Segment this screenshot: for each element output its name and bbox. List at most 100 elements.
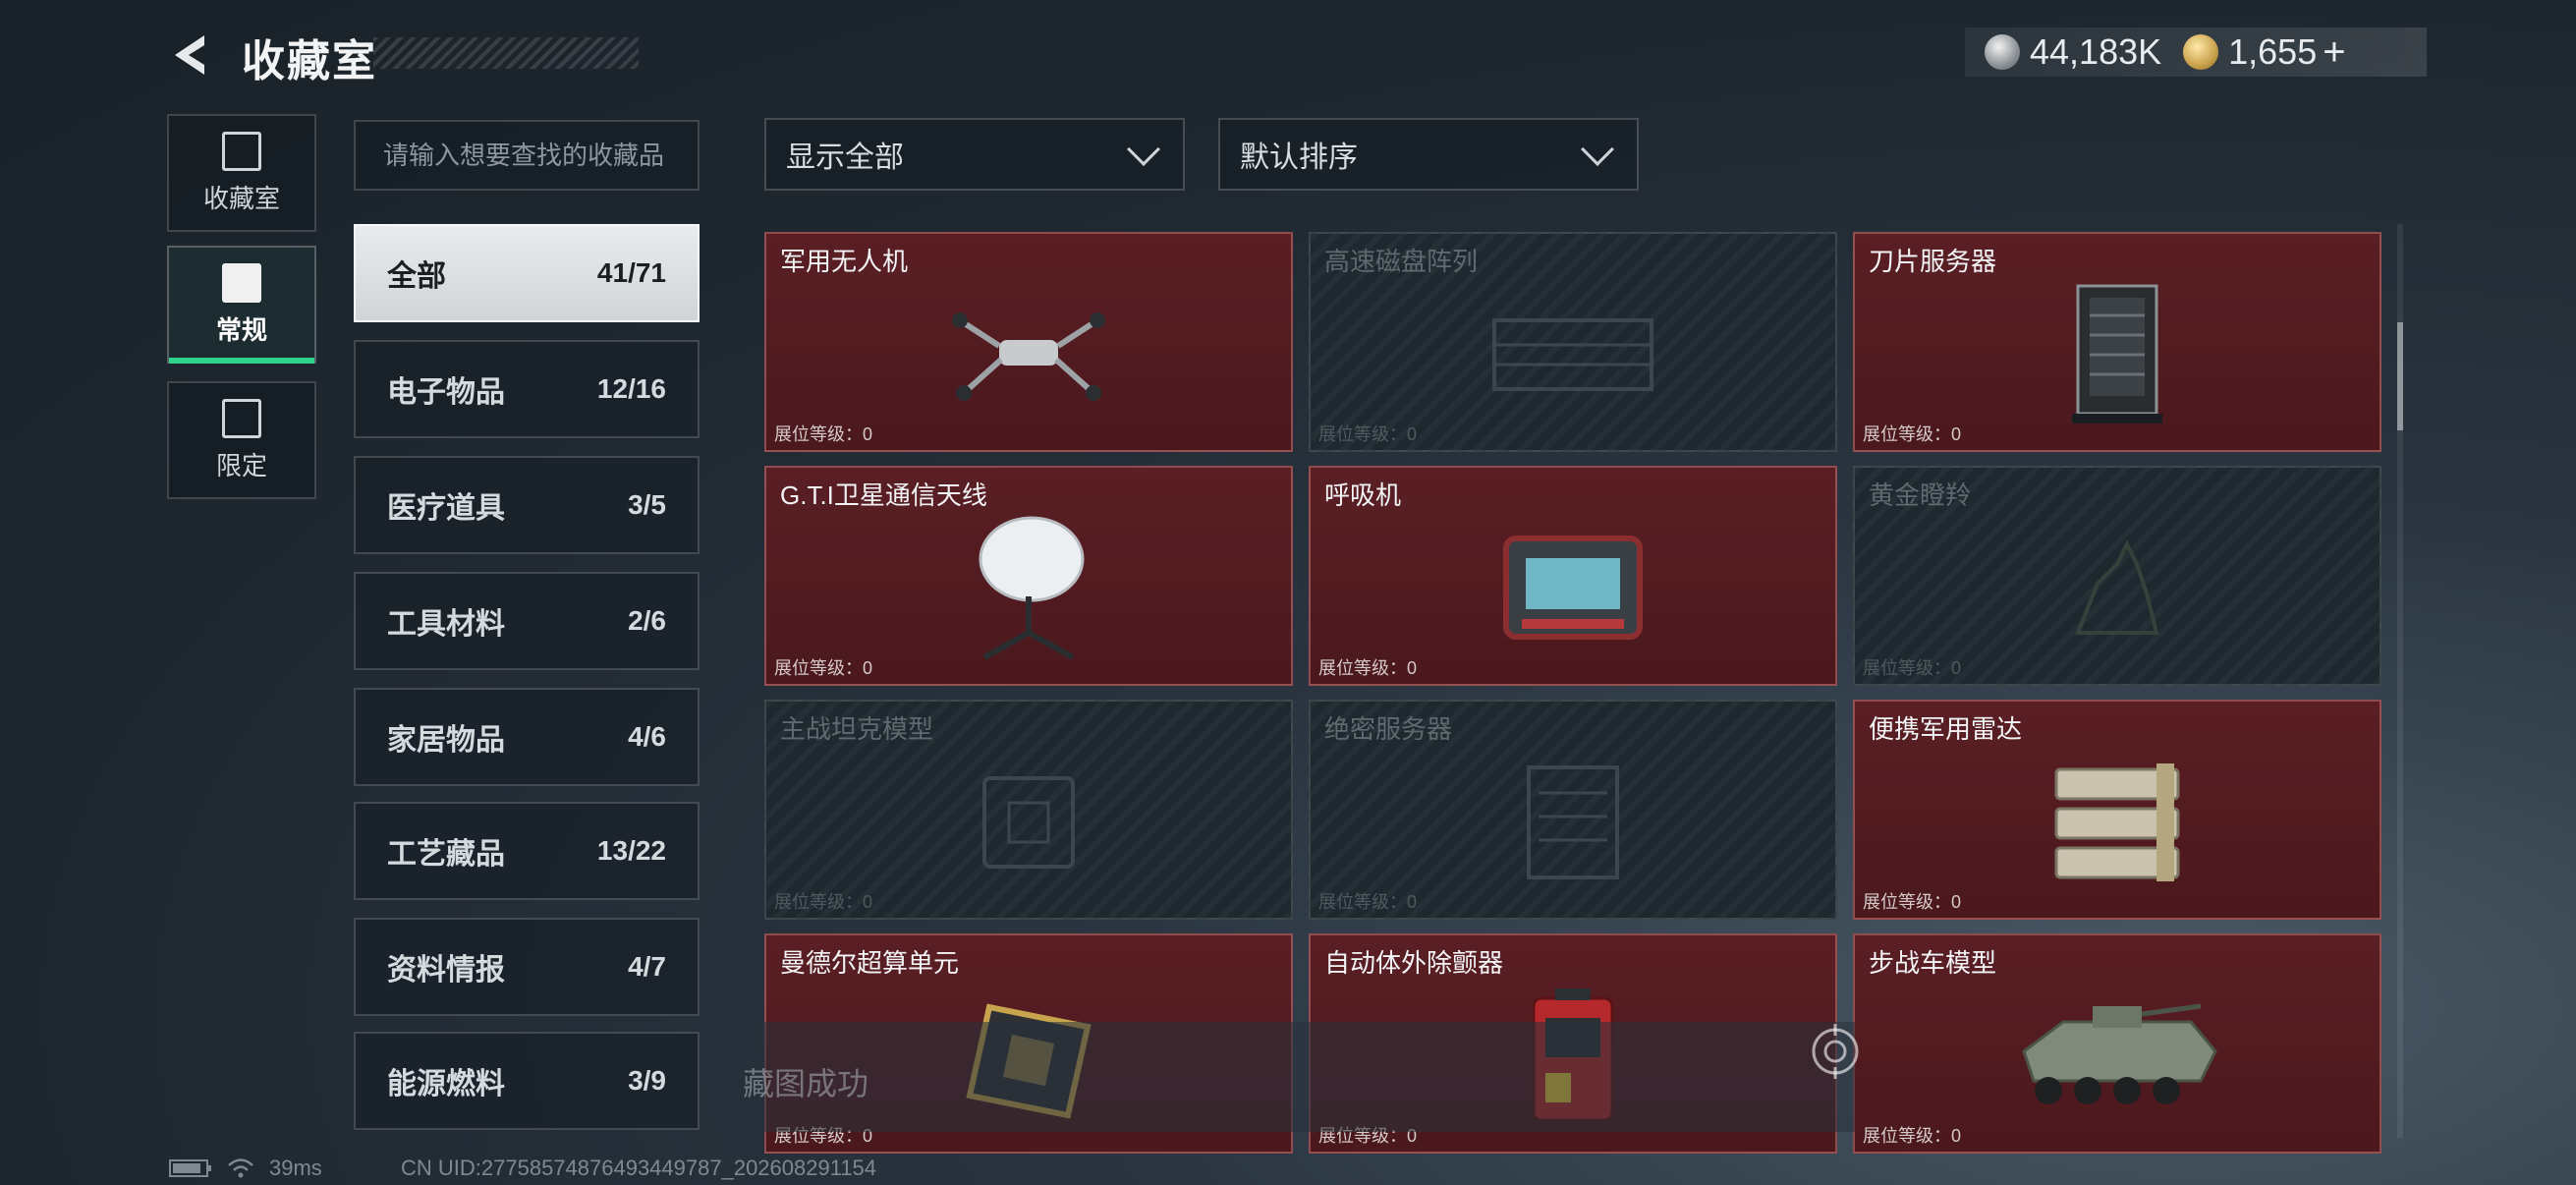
category-count: 13/22: [596, 835, 666, 866]
item-card[interactable]: G.T.I卫星通信天线 展位等级：0: [764, 466, 1293, 686]
category-label: 全部: [387, 260, 446, 293]
item-card[interactable]: 黄金瞪羚 展位等级：0: [1853, 466, 2381, 686]
battery-icon: [169, 1159, 211, 1177]
category-label: 工艺藏品: [387, 838, 505, 871]
item-card[interactable]: 步战车模型 展位等级：0: [1853, 933, 2381, 1154]
item-level: 展位等级：0: [1863, 658, 1962, 678]
category-intel[interactable]: 资料情报 4/7: [354, 918, 700, 1016]
back-arrow-icon: [175, 35, 204, 75]
satellite-dish-icon: [979, 516, 1085, 660]
item-name: G.T.I卫星通信天线: [780, 480, 987, 510]
category-crafts[interactable]: 工艺藏品 13/22: [354, 802, 700, 900]
category-count: 4/6: [628, 721, 666, 752]
collection-room-icon: [222, 131, 261, 171]
item-name: 步战车模型: [1869, 948, 1997, 978]
item-level: 展位等级：0: [1318, 424, 1418, 444]
scrollbar-thumb[interactable]: [2397, 322, 2403, 430]
item-card[interactable]: 呼吸机 展位等级：0: [1309, 466, 1837, 686]
category-label: 工具材料: [387, 608, 505, 641]
category-count: 3/9: [628, 1065, 666, 1096]
gold-currency: 1,655 +: [2183, 30, 2346, 75]
ping-value: 39ms: [269, 1156, 322, 1180]
drone-icon: [952, 312, 1105, 402]
gold-amount: 1,655: [2228, 31, 2318, 72]
item-name: 主战坦克模型: [780, 714, 934, 744]
status-bar: 39ms: [169, 1156, 322, 1181]
category-medical[interactable]: 医疗道具 3/5: [354, 456, 700, 554]
nav-collection-room[interactable]: 收藏室: [167, 114, 316, 232]
item-level: 展位等级：0: [774, 424, 873, 444]
item-level: 展位等级：0: [774, 658, 873, 678]
item-level: 展位等级：0: [1863, 424, 1962, 444]
item-name: 刀片服务器: [1869, 247, 1997, 276]
user-uid: CN UID:27758574876493449787_202608291154: [401, 1156, 877, 1180]
nav-regular[interactable]: 常规: [167, 246, 316, 364]
page-title: 收藏室: [242, 37, 377, 85]
category-all[interactable]: 全部 41/71: [354, 224, 700, 322]
sort-value: 默认排序: [1240, 141, 1358, 174]
item-name: 呼吸机: [1324, 480, 1402, 510]
category-tools[interactable]: 工具材料 2/6: [354, 572, 700, 670]
silver-coin-icon: [1985, 34, 2020, 70]
search-input[interactable]: [354, 120, 700, 191]
silver-amount: 44,183K: [2030, 31, 2162, 72]
nav-label: 限定: [215, 450, 267, 480]
secret-server-icon: [1527, 765, 1619, 880]
tank-model-icon: [982, 776, 1075, 870]
chevron-down-icon: [1127, 133, 1160, 166]
display-filter-dropdown[interactable]: 显示全部: [764, 118, 1185, 191]
sort-dropdown[interactable]: 默认排序: [1218, 118, 1639, 191]
item-level: 展位等级：0: [774, 892, 873, 912]
item-name: 自动体外除颤器: [1324, 948, 1504, 978]
radar-icon: [2054, 763, 2180, 882]
category-count: 41/71: [596, 257, 666, 288]
category-label: 资料情报: [387, 954, 505, 987]
item-card[interactable]: 高速磁盘阵列 展位等级：0: [1309, 232, 1837, 452]
category-label: 家居物品: [387, 724, 505, 757]
crosshair-icon[interactable]: [1806, 1022, 1865, 1081]
toast-overlay: [715, 1022, 1855, 1132]
category-energy[interactable]: 能源燃料 3/9: [354, 1032, 700, 1130]
item-level: 展位等级：0: [1863, 1126, 1962, 1146]
item-level: 展位等级：0: [1863, 892, 1962, 912]
gold-coin-icon: [2183, 34, 2219, 70]
nav-limited[interactable]: 限定: [167, 381, 316, 499]
category-household[interactable]: 家居物品 4/6: [354, 688, 700, 786]
item-name: 绝密服务器: [1324, 714, 1453, 744]
toast-message: 藏图成功: [743, 1066, 869, 1101]
ifv-model-icon: [2022, 1003, 2217, 1105]
add-currency-button[interactable]: +: [2323, 30, 2345, 75]
item-name: 高速磁盘阵列: [1324, 247, 1479, 276]
item-card[interactable]: 刀片服务器 展位等级：0: [1853, 232, 2381, 452]
disk-array-icon: [1492, 318, 1653, 392]
chevron-down-icon: [1581, 133, 1614, 166]
currency-bar: 44,183K 1,655 +: [1965, 28, 2427, 77]
wifi-icon: [228, 1158, 253, 1178]
title-decoration: [373, 37, 639, 69]
item-name: 黄金瞪羚: [1869, 480, 1972, 510]
item-card[interactable]: 便携军用雷达 展位等级：0: [1853, 700, 2381, 920]
blade-server-icon: [2072, 284, 2162, 424]
limited-icon: [222, 398, 261, 438]
regular-icon: [222, 262, 261, 303]
item-name: 便携军用雷达: [1869, 714, 2023, 744]
item-card[interactable]: 主战坦克模型 展位等级：0: [764, 700, 1293, 920]
item-level: 展位等级：0: [1318, 892, 1418, 912]
item-card[interactable]: 军用无人机 展位等级：0: [764, 232, 1293, 452]
ventilator-icon: [1503, 536, 1643, 641]
back-button[interactable]: [165, 29, 216, 81]
nav-label: 常规: [215, 314, 267, 345]
category-count: 3/5: [628, 489, 666, 520]
silver-currency: 44,183K: [1985, 31, 2161, 73]
category-label: 医疗道具: [387, 492, 505, 525]
item-name: 曼德尔超算单元: [780, 948, 960, 978]
category-count: 12/16: [596, 373, 666, 404]
item-level: 展位等级：0: [1318, 658, 1418, 678]
item-name: 军用无人机: [780, 247, 909, 276]
category-label: 电子物品: [387, 376, 505, 409]
category-count: 4/7: [628, 951, 666, 982]
nav-label: 收藏室: [202, 183, 280, 213]
item-card[interactable]: 绝密服务器 展位等级：0: [1309, 700, 1837, 920]
gold-gazelle-icon: [2075, 539, 2159, 636]
category-electronics[interactable]: 电子物品 12/16: [354, 340, 700, 438]
